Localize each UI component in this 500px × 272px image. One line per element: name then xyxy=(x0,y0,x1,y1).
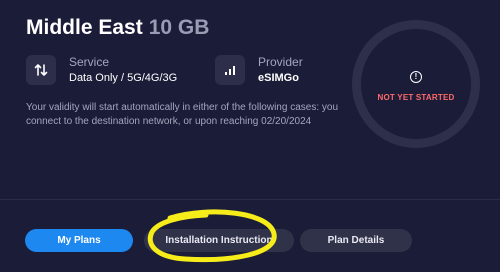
service-label: Service xyxy=(69,55,110,69)
alert-circle-icon: ! xyxy=(410,70,422,83)
provider-icon-tile xyxy=(215,55,245,85)
section-divider xyxy=(0,199,500,200)
service-value: Data Only / 5G/4G/3G xyxy=(69,72,178,84)
tab-my-plans[interactable]: My Plans xyxy=(25,229,133,252)
provider-value: eSIMGo xyxy=(258,72,299,84)
up-down-arrows-icon xyxy=(34,64,48,76)
plan-region: Middle East xyxy=(26,16,143,39)
plan-title: Middle East 10 GB xyxy=(26,16,209,40)
service-icon-tile xyxy=(26,55,56,85)
provider-label: Provider xyxy=(258,55,303,69)
status-text: NOT YET STARTED xyxy=(377,92,455,102)
tab-plan-details[interactable]: Plan Details xyxy=(300,229,412,252)
plan-data-size: 10 GB xyxy=(148,16,210,39)
tab-installation-instruction[interactable]: Installation Instruction xyxy=(144,229,294,252)
signal-bars-icon xyxy=(225,66,235,75)
validity-description: Your validity will start automatically i… xyxy=(26,102,339,127)
usage-status-ring: ! NOT YET STARTED xyxy=(352,20,480,148)
